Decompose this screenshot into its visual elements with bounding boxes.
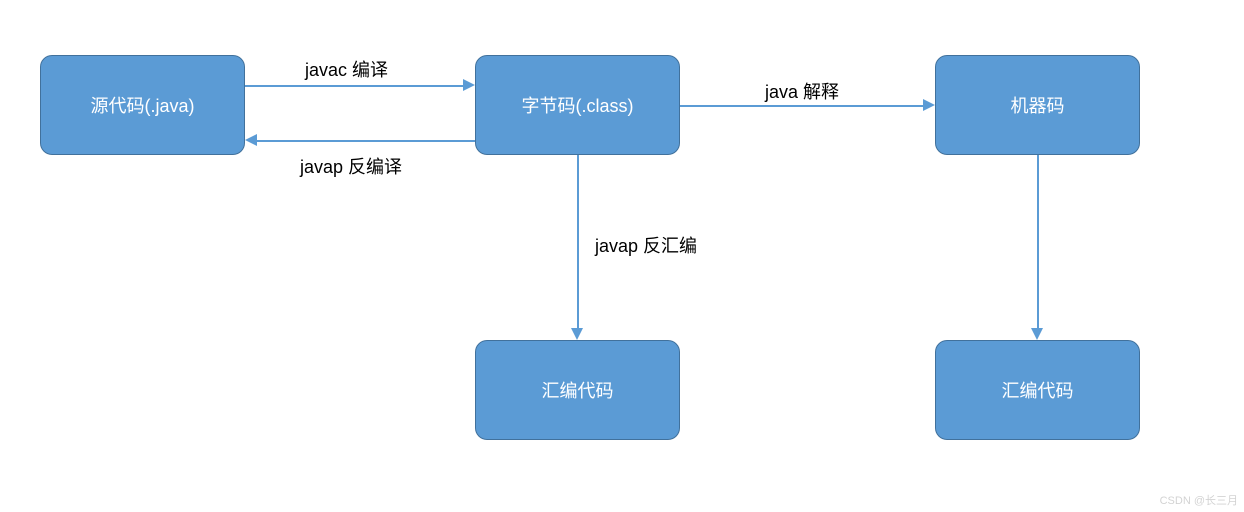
arrow-javap-de-head — [245, 134, 257, 146]
label-java-int: java 解释 — [765, 78, 839, 104]
arrow-java-int-head — [923, 99, 935, 111]
node-asm2: 汇编代码 — [935, 340, 1140, 440]
node-source: 源代码(.java) — [40, 55, 245, 155]
arrow-javap-dis — [577, 155, 579, 328]
label-javap-de: javap 反编译 — [300, 153, 402, 179]
arrow-javap-de — [257, 140, 475, 142]
label-javac: javac 编译 — [305, 56, 388, 82]
node-bytecode: 字节码(.class) — [475, 55, 680, 155]
arrow-javap-dis-head — [571, 328, 583, 340]
node-asm1: 汇编代码 — [475, 340, 680, 440]
watermark: CSDN @长三月 — [1160, 492, 1238, 508]
arrow-machine-asm — [1037, 155, 1039, 328]
label-javap-dis: javap 反汇编 — [595, 232, 697, 258]
arrow-java-int — [680, 105, 923, 107]
node-machine: 机器码 — [935, 55, 1140, 155]
arrow-javac — [245, 85, 463, 87]
arrow-machine-asm-head — [1031, 328, 1043, 340]
arrow-javac-head — [463, 79, 475, 91]
